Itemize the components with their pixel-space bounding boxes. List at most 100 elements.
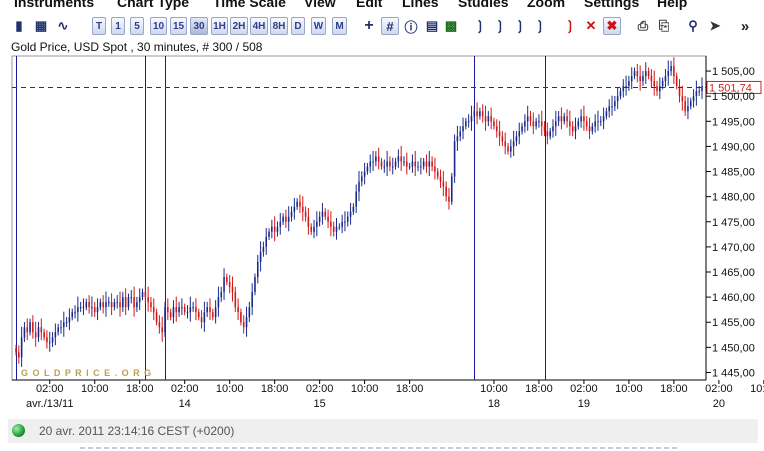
candle-body xyxy=(619,91,622,97)
candle-body xyxy=(79,307,82,309)
candle-body xyxy=(276,226,279,232)
candle-body xyxy=(68,317,71,323)
candle-body xyxy=(532,121,535,127)
candle-body xyxy=(701,86,703,92)
candle-body xyxy=(397,156,400,162)
candle-body xyxy=(77,307,79,313)
candle-body xyxy=(526,116,529,122)
candle-body xyxy=(167,307,169,313)
candle-body xyxy=(391,166,394,168)
candle-body xyxy=(341,221,343,227)
candle-body xyxy=(408,166,411,168)
candle-body xyxy=(282,216,284,222)
candle-body xyxy=(352,206,355,212)
candle-body xyxy=(158,322,161,328)
watermark: G O L D P R I C E . O R G xyxy=(21,368,152,378)
candle-body xyxy=(470,116,473,122)
candle-body xyxy=(116,302,119,304)
candle-body xyxy=(330,221,332,227)
candle-body xyxy=(574,126,577,132)
candle-body xyxy=(566,116,568,122)
candle-body xyxy=(164,307,166,333)
candle-body xyxy=(479,111,481,117)
x-tick-label: 02:00 xyxy=(171,383,199,395)
candle-body xyxy=(119,302,121,308)
candle-body xyxy=(428,161,431,167)
x-tick-label: 18:00 xyxy=(126,383,154,395)
candle-body xyxy=(161,327,163,333)
candle-body xyxy=(228,282,231,288)
candle-body xyxy=(484,116,487,122)
candle-body xyxy=(616,96,619,102)
candle-body xyxy=(234,292,237,308)
candle-body xyxy=(473,111,476,117)
candle-body xyxy=(571,126,574,132)
candle-body xyxy=(673,66,675,77)
candle-body xyxy=(667,71,670,77)
candle-body xyxy=(557,116,560,122)
candle-body xyxy=(138,297,141,303)
candle-body xyxy=(290,211,293,217)
candle-body xyxy=(310,226,313,232)
candle-body xyxy=(74,312,76,314)
candle-body xyxy=(552,126,554,132)
candle-body xyxy=(481,111,484,117)
candle-body xyxy=(585,121,588,127)
candle-body xyxy=(529,116,532,122)
candle-body xyxy=(569,121,571,127)
candle-body xyxy=(57,327,59,333)
candle-body xyxy=(512,141,515,147)
candle-body xyxy=(431,161,433,167)
x-tick-label: 18:00 xyxy=(660,383,688,395)
candle-body xyxy=(535,121,537,127)
candle-body xyxy=(15,348,17,353)
x-date-label: 14 xyxy=(179,398,191,410)
candle-body xyxy=(580,116,582,122)
candle-body xyxy=(313,226,315,232)
candle-body xyxy=(93,307,96,313)
candle-body xyxy=(647,71,650,77)
candle-body xyxy=(26,327,29,333)
candle-body xyxy=(259,251,262,262)
candle-body xyxy=(155,312,158,323)
candle-body xyxy=(46,337,48,343)
candle-body xyxy=(577,121,580,127)
candle-body xyxy=(287,216,290,222)
candle-body xyxy=(642,76,644,82)
candle-body xyxy=(99,302,102,308)
candle-body xyxy=(583,116,585,122)
candle-body xyxy=(363,171,366,177)
y-tick-label: 1 475,00 xyxy=(712,217,755,229)
y-tick-label: 1 445,00 xyxy=(712,367,755,379)
candle-body xyxy=(450,176,453,202)
y-tick-label: 1 505,00 xyxy=(712,66,755,78)
x-tick-label: 18:00 xyxy=(396,383,424,395)
candle-body xyxy=(656,86,658,92)
candle-body xyxy=(563,116,566,122)
candle-body xyxy=(344,221,346,223)
candle-body xyxy=(256,261,259,278)
candle-body xyxy=(653,81,656,87)
candle-body xyxy=(262,246,265,252)
candle-body xyxy=(88,302,90,308)
price-chart[interactable]: 1 501,74 1 505,001 500,001 495,001 490,0… xyxy=(0,0,764,419)
candle-body xyxy=(203,312,206,323)
candle-body xyxy=(614,101,616,107)
candle-body xyxy=(318,216,321,222)
candle-body xyxy=(301,206,304,212)
candle-body xyxy=(358,181,360,192)
x-tick-label: 02:00 xyxy=(570,383,598,395)
candle-body xyxy=(206,307,208,313)
candle-body xyxy=(434,166,436,172)
candle-body xyxy=(366,166,369,172)
candle-body xyxy=(293,206,296,212)
y-tick-label: 1 455,00 xyxy=(712,317,755,329)
candle-body xyxy=(389,161,391,167)
candle-body xyxy=(147,297,149,303)
candle-body xyxy=(670,66,672,72)
candle-body xyxy=(130,297,133,299)
y-tick-label: 1 480,00 xyxy=(712,192,755,204)
candle-body xyxy=(34,332,37,338)
candle-body xyxy=(200,317,203,323)
candle-body xyxy=(299,201,301,207)
